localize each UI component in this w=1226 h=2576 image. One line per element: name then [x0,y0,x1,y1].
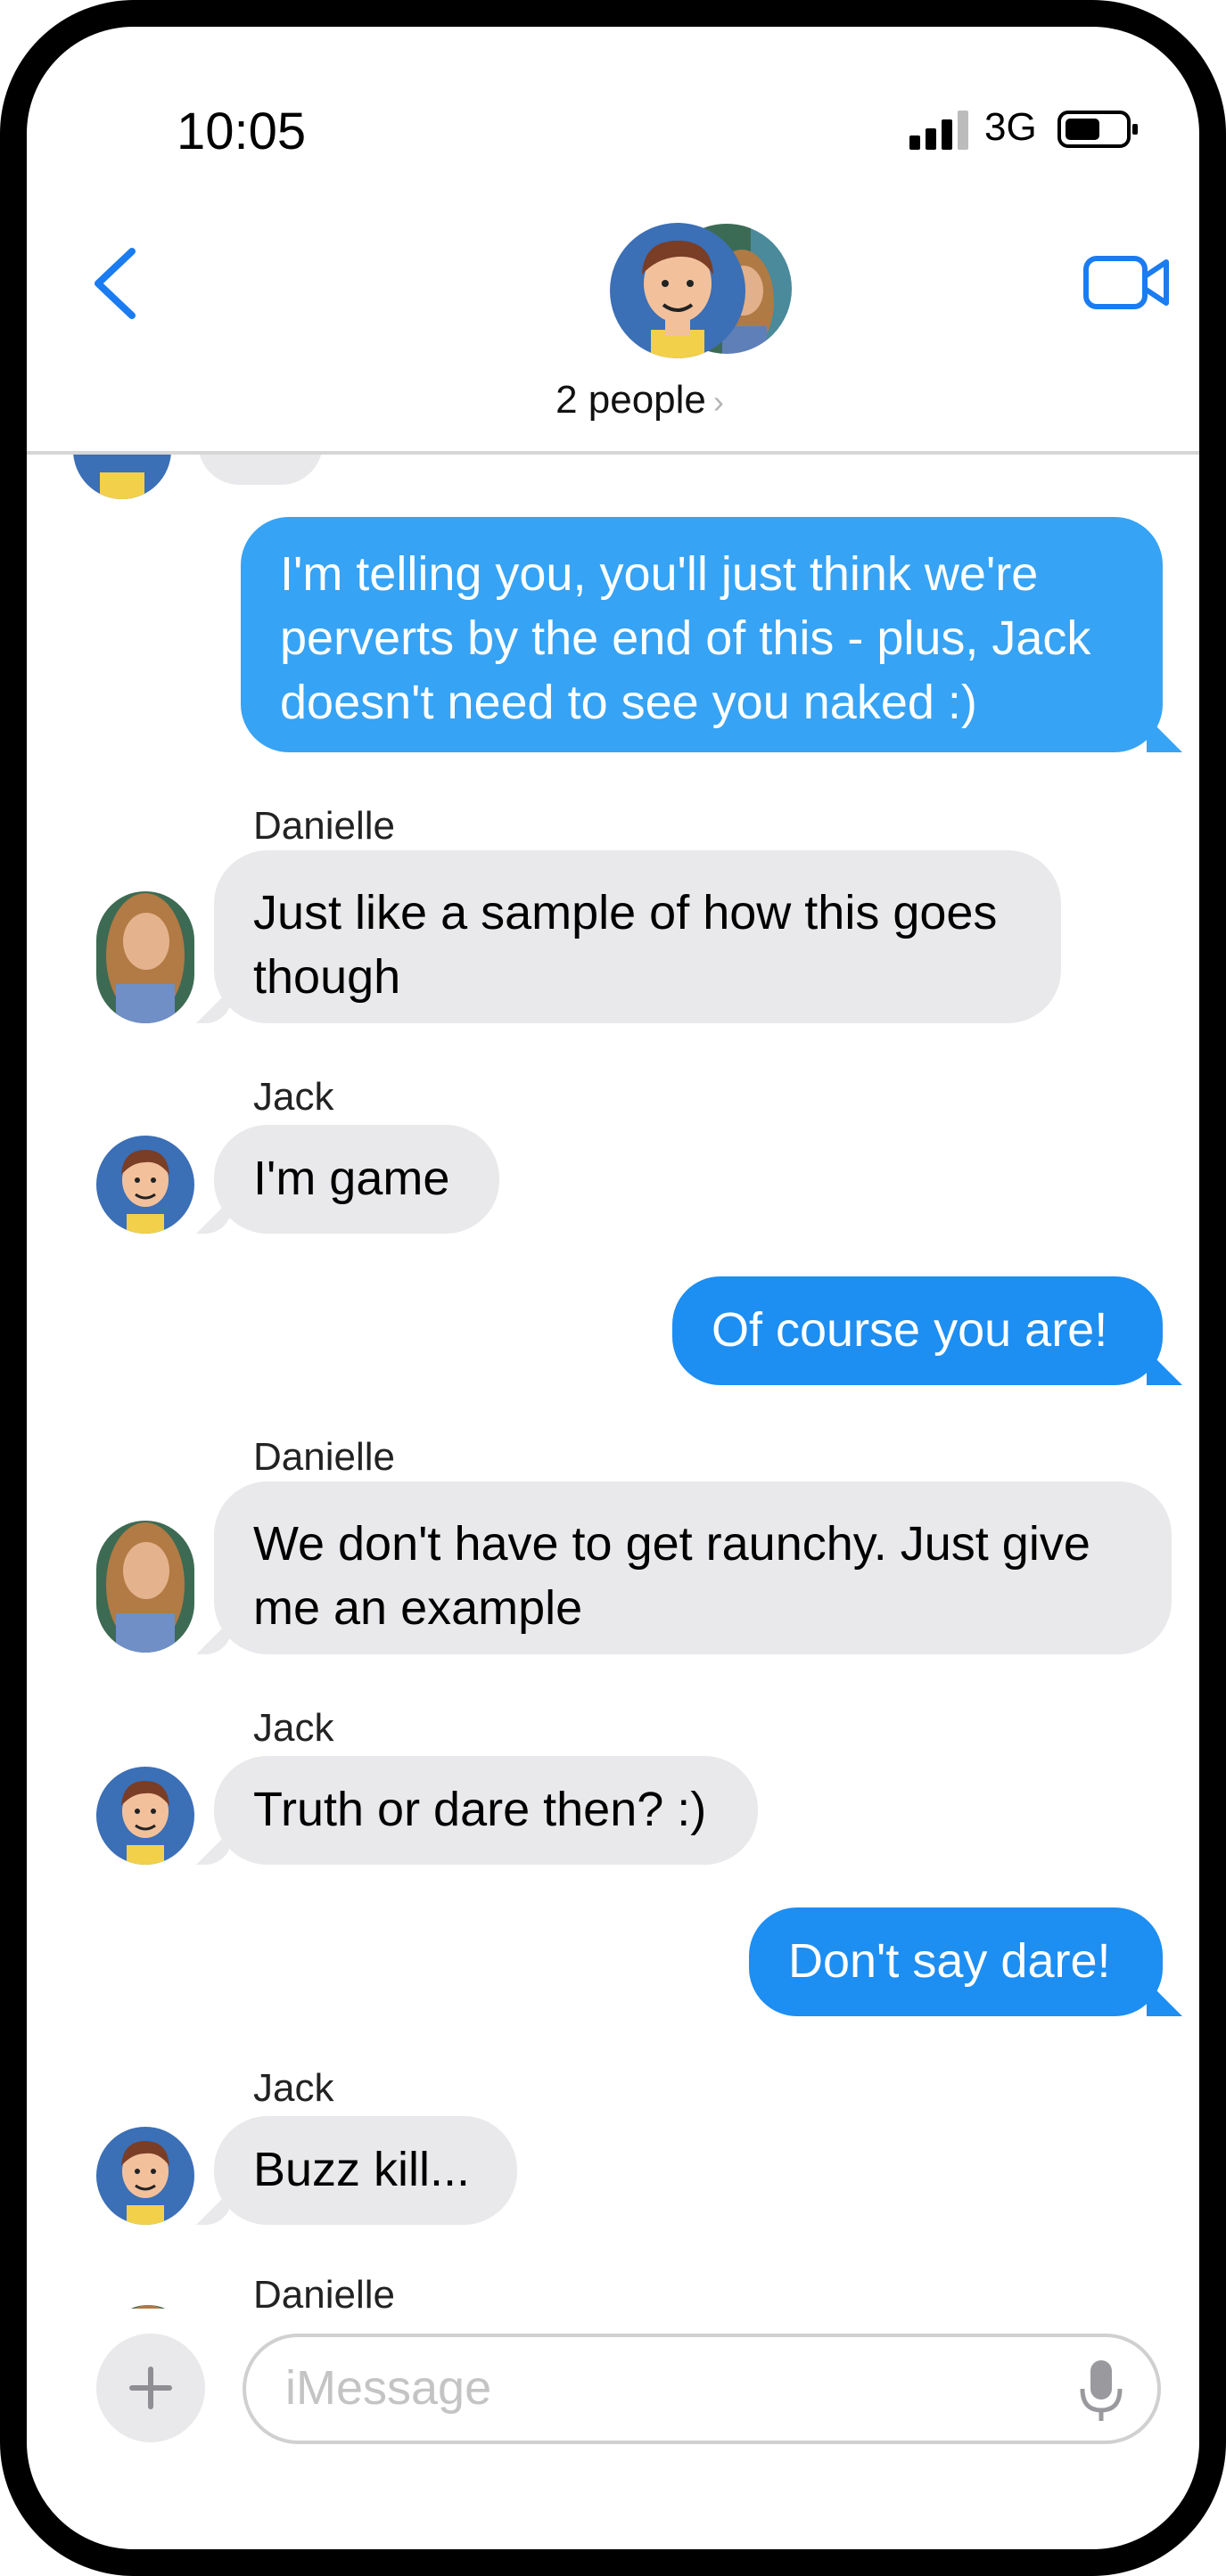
message-bubble-incoming[interactable]: We don't have to get raunchy. Just give … [214,1481,1172,1654]
video-camera-icon[interactable] [1082,253,1172,312]
message-line: Don't say dare! [788,1934,1111,1988]
message-input-placeholder: iMessage [285,2361,492,2415]
bubble-tail [196,1829,232,1865]
sender-name: Jack [253,1706,334,1750]
sender-name: Danielle [253,2273,395,2309]
group-avatar[interactable] [608,219,795,362]
message-bubble-outgoing[interactable]: Don't say dare! [749,1907,1163,2016]
message-bubble-outgoing[interactable]: I'm telling you, you'll just think we're… [241,517,1163,752]
bubble-tail [196,2189,232,2225]
chevron-right-icon: › [712,383,724,420]
avatar-jack[interactable] [96,2127,194,2225]
message-bubble-incoming[interactable]: Buzz kill... [214,2116,517,2225]
message-line: though [253,950,401,1004]
phone-frame: 10:05 3G 2 people › I'm telling you, you… [0,0,1226,2576]
microphone-icon[interactable] [1077,2359,1125,2423]
message-line: Truth or dare then? :) [253,1783,707,1836]
signal-icon [909,111,968,150]
message-line: perverts by the end of this - plus, Jack [280,611,1091,665]
avatar-danielle[interactable] [96,891,194,1023]
sender-name: Jack [253,1075,334,1119]
avatar-jack[interactable] [96,1767,194,1865]
avatar-jack[interactable] [96,1136,194,1234]
add-attachment-button[interactable] [96,2334,205,2442]
message-bubble-outgoing[interactable]: Of course you are! [672,1276,1163,1385]
avatar-danielle[interactable] [105,2305,191,2309]
bubble-tail [1147,1350,1182,1385]
message-bubble-incoming[interactable]: I'm game [214,1125,499,1234]
message-line: Of course you are! [712,1303,1108,1357]
network-type: 3G [984,105,1037,149]
message-line: me an example [253,1581,583,1635]
message-bubble-incoming[interactable]: Truth or dare then? :) [214,1756,758,1865]
avatar-danielle[interactable] [96,1521,194,1653]
avatar [73,455,171,499]
plus-icon [129,2367,172,2409]
message-line: doesn't need to see you naked :) [280,676,977,729]
message-line: We don't have to get raunchy. Just give [253,1517,1090,1571]
bubble-tail [196,1198,232,1234]
bubble-tail [1147,717,1182,752]
battery-icon [1057,111,1138,148]
message-line: Buzz kill... [253,2143,471,2196]
message-list[interactable]: I'm telling you, you'll just think we're… [27,455,1199,2309]
message-bubble-partial[interactable] [198,455,323,485]
sender-name: Danielle [253,1435,395,1479]
bubble-tail [196,988,232,1023]
bubble-tail [196,1619,232,1654]
status-time: 10:05 [177,103,307,160]
message-line: I'm telling you, you'll just think we're [280,547,1039,601]
conversation-title[interactable]: 2 people › [27,378,1199,422]
message-line: I'm game [253,1152,450,1205]
chevron-left-icon[interactable] [89,246,143,321]
sender-name: Jack [253,2066,334,2110]
people-count: 2 people [555,378,706,422]
message-line: Just like a sample of how this goes [253,886,998,939]
message-bubble-incoming[interactable]: Just like a sample of how this goes thou… [214,850,1061,1023]
sender-name: Danielle [253,804,395,848]
bubble-tail [1147,1981,1182,2016]
